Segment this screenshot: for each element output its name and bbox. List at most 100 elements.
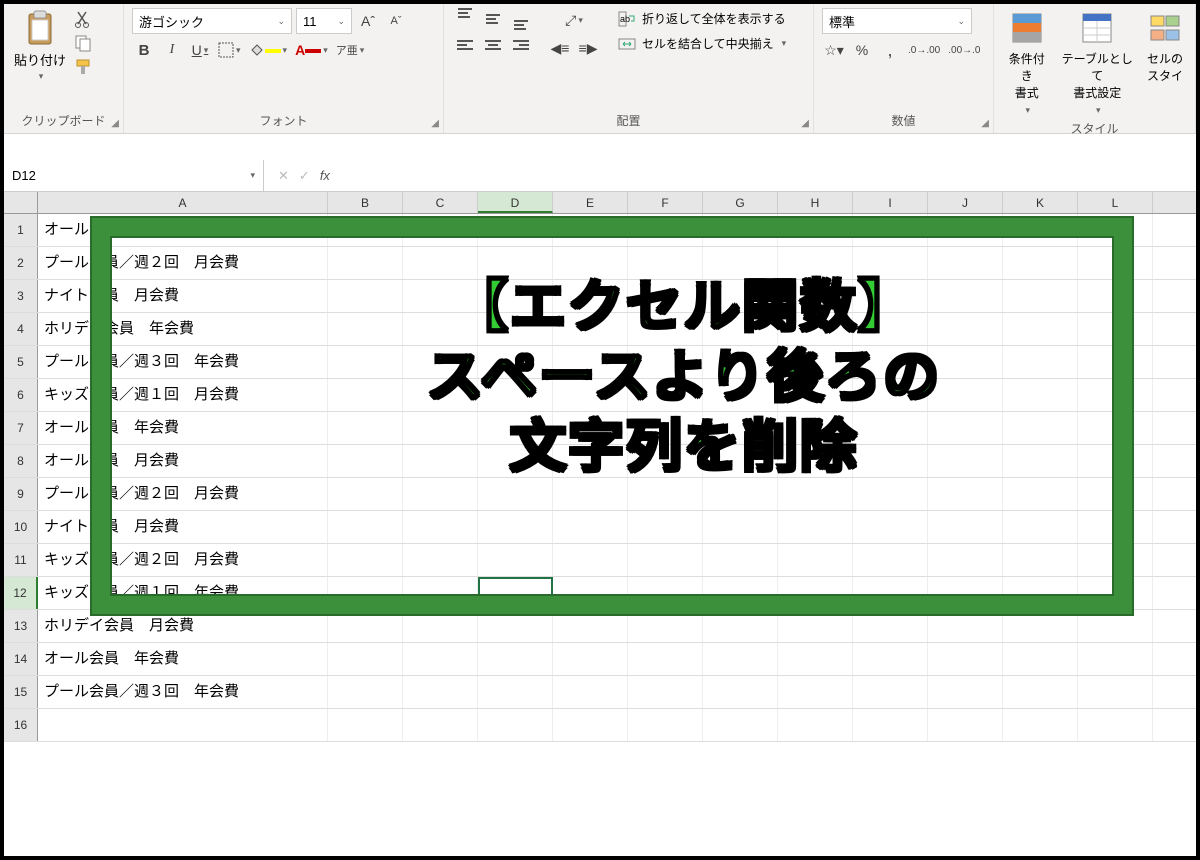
col-header-F[interactable]: F: [628, 192, 703, 213]
cell[interactable]: [1003, 247, 1078, 279]
cell[interactable]: [1078, 643, 1153, 675]
row-header[interactable]: 7: [4, 412, 38, 444]
cell[interactable]: [628, 313, 703, 345]
row-header[interactable]: 6: [4, 379, 38, 411]
cell[interactable]: [328, 544, 403, 576]
cell[interactable]: [1078, 511, 1153, 543]
align-bottom-button[interactable]: [508, 8, 534, 30]
cell[interactable]: [328, 247, 403, 279]
row-header[interactable]: 16: [4, 709, 38, 741]
cell[interactable]: [778, 478, 853, 510]
font-name-select[interactable]: 游ゴシック⌄: [132, 8, 292, 34]
cell[interactable]: [328, 643, 403, 675]
cell[interactable]: [478, 379, 553, 411]
cell[interactable]: [703, 214, 778, 246]
cell[interactable]: [703, 610, 778, 642]
cell[interactable]: [403, 610, 478, 642]
paste-button[interactable]: 貼り付け ▾: [12, 8, 68, 84]
cell[interactable]: [1003, 313, 1078, 345]
confirm-icon[interactable]: ✓: [299, 168, 310, 184]
cell[interactable]: [553, 247, 628, 279]
cell[interactable]: [1003, 412, 1078, 444]
cell[interactable]: [1003, 346, 1078, 378]
grid-body[interactable]: 1オール会員 年会費2プール会員／週２回 月会費3ナイト会員 月会費4ホリデイ会…: [4, 214, 1196, 742]
cell[interactable]: [478, 577, 553, 609]
cell[interactable]: [403, 544, 478, 576]
cell[interactable]: オール会員 年会費: [38, 412, 328, 444]
row-header[interactable]: 11: [4, 544, 38, 576]
conditional-formatting-button[interactable]: 条件付き 書式▾: [1002, 8, 1051, 118]
cell[interactable]: [328, 478, 403, 510]
cell[interactable]: [628, 610, 703, 642]
cell[interactable]: [703, 577, 778, 609]
percent-button[interactable]: %: [850, 38, 874, 62]
cell[interactable]: [328, 709, 403, 741]
cell[interactable]: [628, 676, 703, 708]
cell[interactable]: [778, 280, 853, 312]
col-header-L[interactable]: L: [1078, 192, 1153, 213]
cell[interactable]: [553, 709, 628, 741]
cell[interactable]: [628, 445, 703, 477]
cell[interactable]: キッズ会員／週１回 年会費: [38, 577, 328, 609]
cell[interactable]: [553, 412, 628, 444]
cell[interactable]: [853, 709, 928, 741]
cell[interactable]: [778, 643, 853, 675]
cell[interactable]: [628, 544, 703, 576]
comma-button[interactable]: ,: [878, 38, 902, 62]
cell-styles-button[interactable]: セルの スタイ: [1143, 8, 1187, 86]
border-button[interactable]: ▾: [216, 38, 243, 62]
cell[interactable]: [553, 610, 628, 642]
cell[interactable]: [328, 577, 403, 609]
name-box[interactable]: D12 ▾: [4, 160, 264, 191]
cell[interactable]: [478, 280, 553, 312]
cell[interactable]: [853, 313, 928, 345]
cell[interactable]: [628, 643, 703, 675]
cell[interactable]: [628, 478, 703, 510]
cell[interactable]: キッズ会員／週１回 月会費: [38, 379, 328, 411]
col-header-J[interactable]: J: [928, 192, 1003, 213]
fx-icon[interactable]: fx: [320, 168, 330, 183]
cell[interactable]: [928, 346, 1003, 378]
cell[interactable]: [778, 313, 853, 345]
cell[interactable]: [328, 412, 403, 444]
cell[interactable]: [403, 478, 478, 510]
phonetic-button[interactable]: ア亜▾: [334, 38, 367, 62]
cell[interactable]: [853, 577, 928, 609]
cell[interactable]: [628, 709, 703, 741]
format-as-table-button[interactable]: テーブルとして 書式設定▾: [1057, 8, 1137, 118]
cell[interactable]: [853, 280, 928, 312]
cell[interactable]: プール会員／週３回 年会費: [38, 346, 328, 378]
increase-decimal-button[interactable]: .0→.00: [906, 38, 942, 62]
cell[interactable]: [853, 643, 928, 675]
cell[interactable]: [1078, 610, 1153, 642]
col-header-G[interactable]: G: [703, 192, 778, 213]
cell[interactable]: [553, 445, 628, 477]
cell[interactable]: [1078, 544, 1153, 576]
cell[interactable]: [928, 709, 1003, 741]
cell[interactable]: [928, 379, 1003, 411]
cell[interactable]: [1003, 544, 1078, 576]
row-header[interactable]: 13: [4, 610, 38, 642]
cell[interactable]: [1003, 214, 1078, 246]
wrap-text-button[interactable]: ab 折り返して全体を表示する: [614, 8, 790, 29]
cell[interactable]: [853, 346, 928, 378]
cell[interactable]: ホリデイ会員 月会費: [38, 610, 328, 642]
cell[interactable]: [1078, 247, 1153, 279]
cell[interactable]: [703, 346, 778, 378]
cell[interactable]: [778, 379, 853, 411]
cell[interactable]: [478, 214, 553, 246]
cell[interactable]: [328, 280, 403, 312]
accounting-format-button[interactable]: ☆▾: [822, 38, 846, 62]
decrease-indent-button[interactable]: ◀≡: [548, 36, 572, 60]
font-size-select[interactable]: 11⌄: [296, 8, 352, 34]
row-header[interactable]: 15: [4, 676, 38, 708]
orientation-button[interactable]: ⤢▾: [548, 8, 600, 32]
col-header-E[interactable]: E: [553, 192, 628, 213]
cell[interactable]: [1003, 577, 1078, 609]
cell[interactable]: [328, 676, 403, 708]
cell[interactable]: [403, 214, 478, 246]
increase-indent-button[interactable]: ≡▶: [576, 36, 600, 60]
row-header[interactable]: 3: [4, 280, 38, 312]
cell[interactable]: [1078, 379, 1153, 411]
cell[interactable]: [328, 445, 403, 477]
